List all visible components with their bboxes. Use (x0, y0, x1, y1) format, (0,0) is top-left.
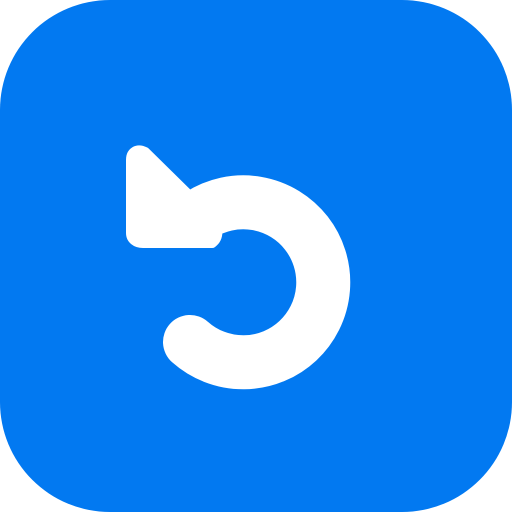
icon-background (0, 0, 512, 512)
undo-app-icon[interactable] (0, 0, 512, 512)
undo-icon (0, 0, 512, 512)
